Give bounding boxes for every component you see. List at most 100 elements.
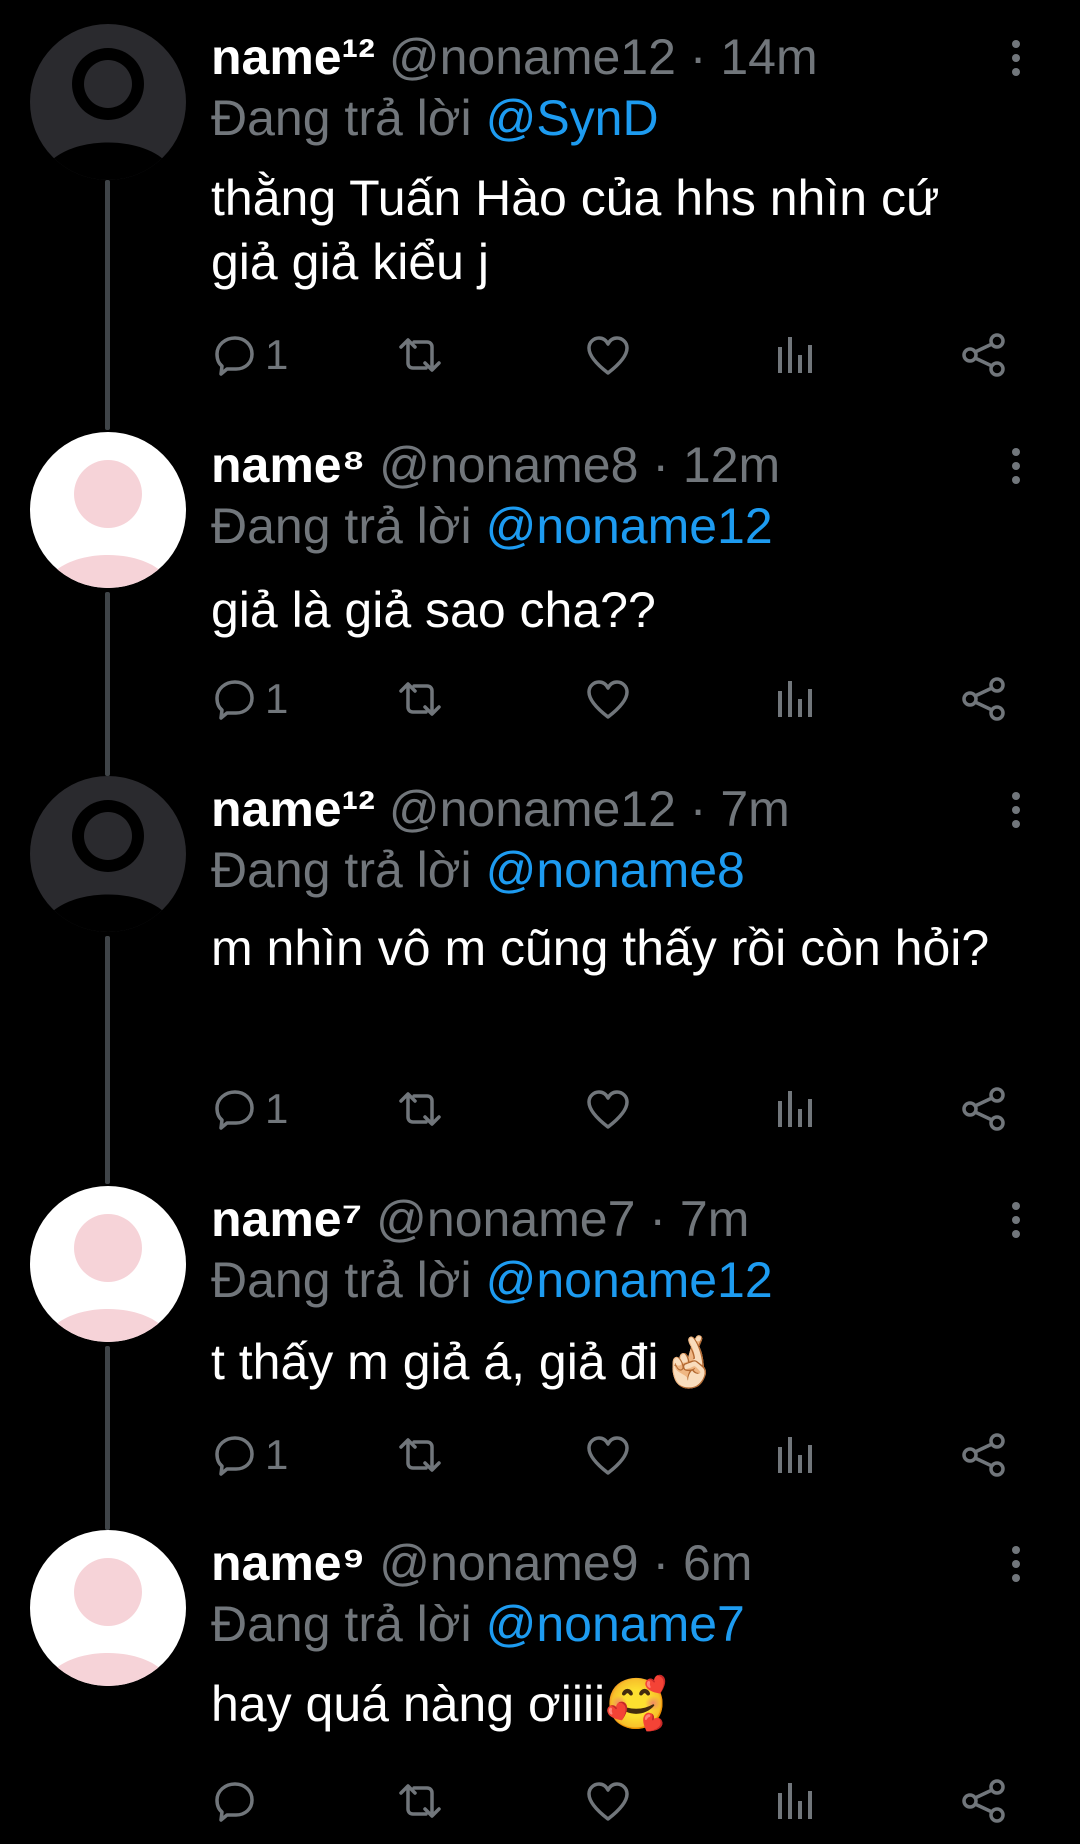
more-options-icon[interactable] (1004, 790, 1028, 830)
replying-to: Đang trả lời @noname7 (211, 1594, 745, 1654)
reply-button[interactable]: 1 (213, 1430, 288, 1480)
user-handle[interactable]: @noname12 (389, 781, 676, 837)
reply-icon (215, 1782, 254, 1822)
like-button[interactable] (585, 330, 631, 380)
replying-to: Đang trả lời @SynD (211, 88, 659, 148)
thread-connector-line (105, 1346, 110, 1530)
bar-chart-icon (778, 1091, 812, 1127)
more-options-icon[interactable] (1004, 446, 1028, 486)
like-button[interactable] (585, 1084, 631, 1134)
reply-button[interactable] (213, 1776, 265, 1826)
avatar[interactable] (30, 432, 186, 588)
tweet-header: name¹² @noname12 · 14m (211, 24, 818, 90)
views-button[interactable] (774, 330, 814, 380)
user-handle[interactable]: @noname7 (376, 1191, 635, 1247)
user-handle[interactable]: @noname8 (379, 437, 638, 493)
timestamp[interactable]: 14m (720, 29, 817, 85)
heart-icon (587, 680, 629, 719)
tweet-actions: 1 (211, 674, 1011, 724)
tweet-actions: 1 (211, 330, 1011, 380)
reply-button[interactable]: 1 (213, 674, 288, 724)
share-icon (962, 1779, 1005, 1823)
views-button[interactable] (774, 1430, 814, 1480)
bar-chart-icon (778, 337, 812, 373)
retweet-button[interactable] (396, 330, 444, 380)
replying-to: Đang trả lời @noname8 (211, 840, 745, 900)
replying-to-label: Đang trả lời (211, 498, 472, 554)
display-name[interactable]: name¹² (211, 781, 375, 837)
share-button[interactable] (961, 1084, 1007, 1134)
bar-chart-icon (778, 1783, 812, 1819)
avatar[interactable] (30, 1530, 186, 1686)
tweet-text: m nhìn vô m cũng thấy rồi còn hỏi? (211, 920, 990, 976)
tweet-header: name⁷ @noname7 · 7m (211, 1186, 749, 1252)
share-icon (962, 677, 1005, 721)
avatar[interactable] (30, 1186, 186, 1342)
display-name[interactable]: name¹² (211, 29, 375, 85)
retweet-button[interactable] (396, 1776, 444, 1826)
replying-to-label: Đang trả lời (211, 90, 472, 146)
default-avatar-light-icon (30, 432, 186, 588)
default-avatar-dark-icon (30, 24, 186, 180)
replying-to-label: Đang trả lời (211, 842, 472, 898)
like-button[interactable] (585, 674, 631, 724)
thread-connector-line (105, 592, 110, 776)
timestamp[interactable]: 7m (720, 781, 789, 837)
tweet-actions: 1 (211, 1430, 1011, 1480)
views-button[interactable] (774, 674, 814, 724)
retweet-button[interactable] (396, 1430, 444, 1480)
retweet-icon (399, 1092, 441, 1126)
separator: · (689, 781, 707, 837)
avatar[interactable] (30, 24, 186, 180)
tweet-text: t thấy m giả á, giả đi🤞🏻 (211, 1334, 721, 1390)
reply-mention-link[interactable]: @noname8 (486, 842, 745, 898)
default-avatar-dark-icon (30, 776, 186, 932)
heart-icon (587, 336, 629, 375)
avatar[interactable] (30, 776, 186, 932)
reply-mention-link[interactable]: @noname7 (486, 1596, 745, 1652)
reply-count: 1 (265, 1085, 289, 1132)
share-button[interactable] (961, 1430, 1007, 1480)
reply-mention-link[interactable]: @noname12 (486, 1252, 773, 1308)
tweet-actions: 1 (211, 1084, 1011, 1134)
replying-to: Đang trả lời @noname12 (211, 496, 773, 556)
reply-icon (215, 336, 254, 376)
share-button[interactable] (961, 330, 1007, 380)
reply-icon (215, 1090, 254, 1130)
more-options-icon[interactable] (1004, 38, 1028, 78)
timestamp[interactable]: 7m (680, 1191, 749, 1247)
more-options-icon[interactable] (1004, 1200, 1028, 1240)
reply-button[interactable]: 1 (213, 1084, 288, 1134)
separator: · (689, 29, 707, 85)
reply-count: 1 (265, 675, 289, 722)
reply-button[interactable]: 1 (213, 330, 288, 380)
display-name[interactable]: name⁹ (211, 1535, 365, 1591)
views-button[interactable] (774, 1084, 814, 1134)
reply-count: 1 (265, 1431, 289, 1478)
timestamp[interactable]: 12m (683, 437, 780, 493)
bar-chart-icon (778, 1437, 812, 1473)
tweet-text: thằng Tuấn Hào của hhs nhìn cứ giả giả k… (211, 170, 940, 290)
display-name[interactable]: name⁸ (211, 437, 365, 493)
share-button[interactable] (961, 1776, 1007, 1826)
timestamp[interactable]: 6m (683, 1535, 752, 1591)
reply-mention-link[interactable]: @noname12 (486, 498, 773, 554)
separator: · (652, 437, 669, 493)
thread-connector-line (105, 180, 110, 430)
display-name[interactable]: name⁷ (211, 1191, 362, 1247)
like-button[interactable] (585, 1776, 631, 1826)
reply-icon (215, 680, 254, 720)
retweet-button[interactable] (396, 1084, 444, 1134)
retweet-icon (399, 1784, 441, 1818)
views-button[interactable] (774, 1776, 814, 1826)
reply-count: 1 (265, 331, 289, 378)
thread-connector-line (105, 936, 110, 1184)
reply-mention-link[interactable]: @SynD (486, 90, 659, 146)
user-handle[interactable]: @noname9 (379, 1535, 638, 1591)
more-options-icon[interactable] (1004, 1544, 1028, 1584)
share-button[interactable] (961, 674, 1007, 724)
retweet-button[interactable] (396, 674, 444, 724)
like-button[interactable] (585, 1430, 631, 1480)
bar-chart-icon (778, 681, 812, 717)
user-handle[interactable]: @noname12 (389, 29, 676, 85)
